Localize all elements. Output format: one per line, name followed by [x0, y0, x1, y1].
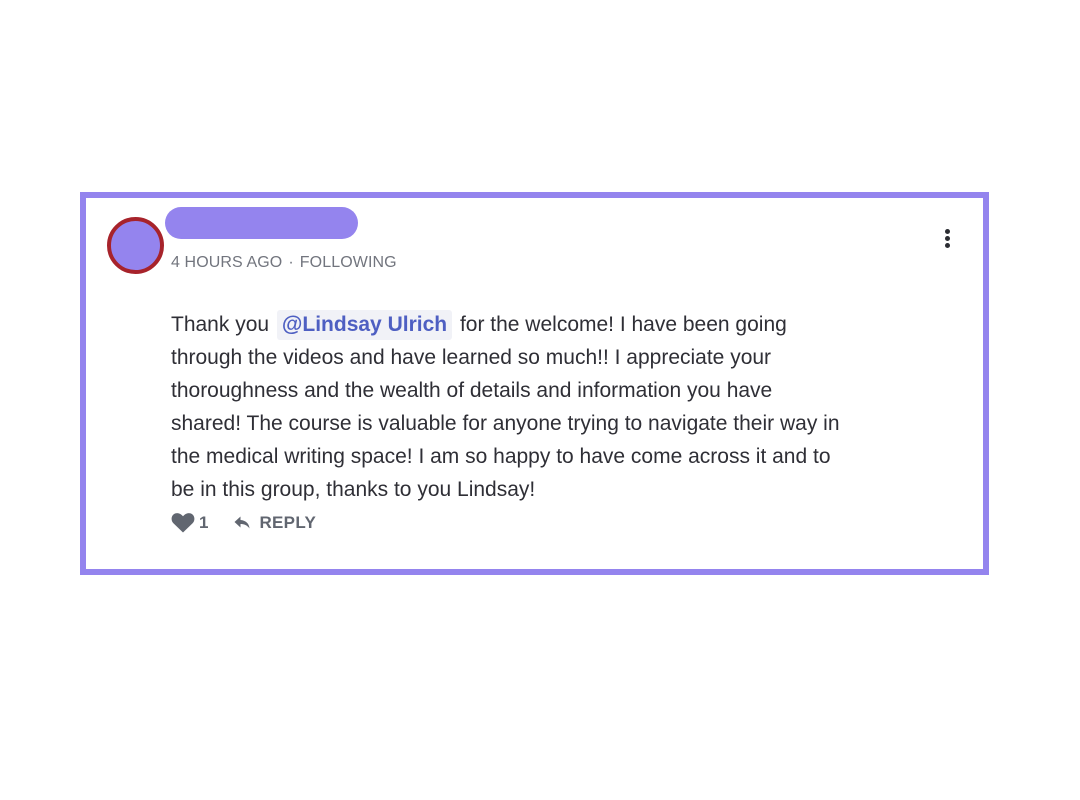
more-options-button[interactable] — [937, 225, 959, 259]
comment-line-2: through the videos and have learned so m… — [171, 346, 772, 369]
comment-actions: 1 REPLY — [171, 512, 316, 533]
comment-meta: 4 HOURS AGO · FOLLOWING — [171, 254, 397, 272]
comment-line-5: the medical writing space! I am so happy… — [171, 445, 831, 468]
reply-button[interactable]: REPLY — [234, 513, 316, 533]
heart-icon — [171, 512, 195, 533]
comment-text: for the welcome! I have been going — [459, 313, 787, 336]
like-count: 1 — [199, 512, 209, 532]
comment-line-1: Thank you @Lindsay Ulrich for the welcom… — [171, 308, 971, 341]
author-name-redacted[interactable] — [165, 207, 358, 239]
like-button[interactable]: 1 — [171, 512, 208, 533]
mention-link[interactable]: @Lindsay Ulrich — [276, 310, 453, 340]
comment-line-3: thoroughness and the wealth of details a… — [171, 379, 773, 402]
meta-separator: · — [288, 254, 294, 271]
timestamp: 4 HOURS AGO — [171, 254, 283, 271]
comment-text-lead: Thank you — [171, 313, 270, 336]
reply-arrow-icon — [234, 516, 259, 529]
follow-status[interactable]: FOLLOWING — [300, 254, 397, 271]
reply-label: REPLY — [259, 512, 317, 532]
comment-line-4: shared! The course is valuable for anyon… — [171, 412, 840, 435]
comment-card: 4 HOURS AGO · FOLLOWING Thank you @Lindsay… — [80, 192, 989, 575]
comment-line-6: be in this group, thanks to you Lindsay! — [171, 478, 536, 501]
avatar[interactable] — [107, 217, 164, 274]
comment-body: Thank you @Lindsay Ulrich for the welcom… — [171, 308, 971, 506]
